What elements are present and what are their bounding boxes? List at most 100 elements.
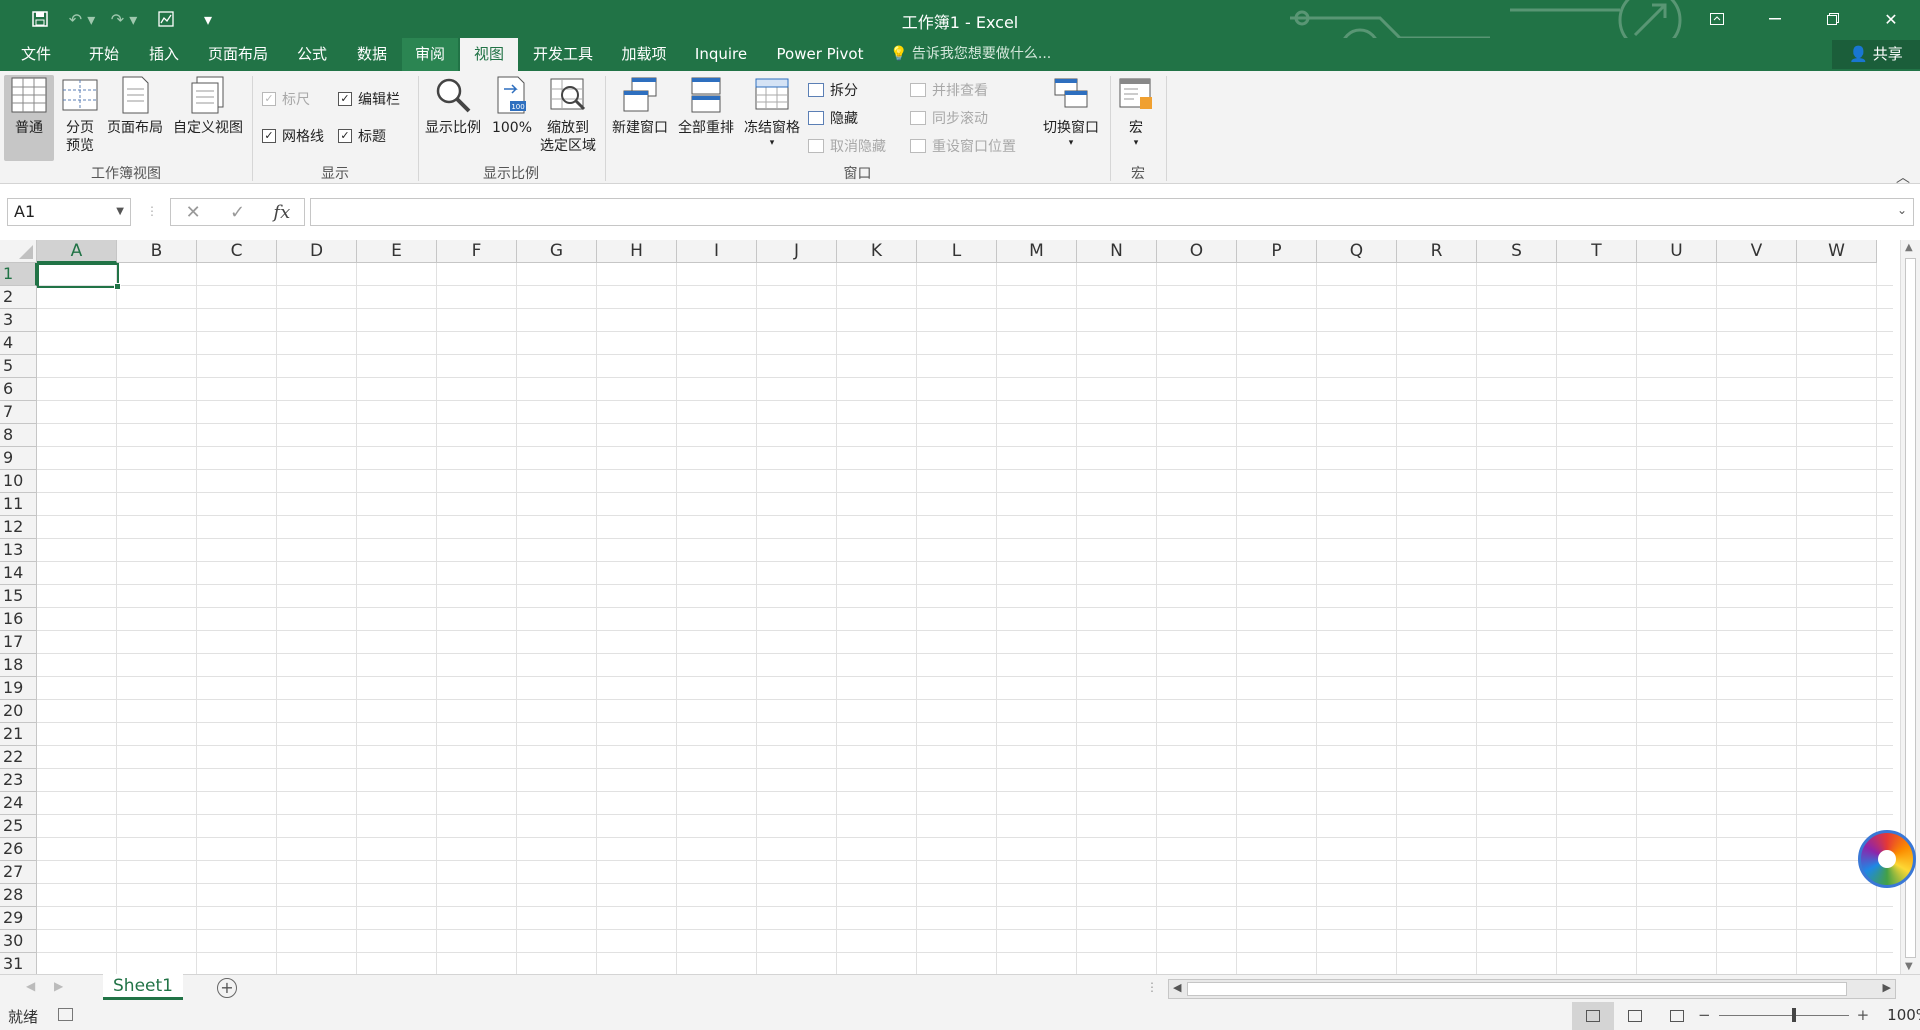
row-header[interactable]: 7 — [0, 401, 37, 424]
gridlines-checkbox[interactable]: ✓ 网格线 — [262, 126, 324, 146]
floating-assistant-icon[interactable] — [1858, 830, 1916, 888]
headings-checkbox[interactable]: ✓ 标题 — [338, 126, 386, 146]
column-header[interactable]: Q — [1317, 240, 1397, 263]
next-sheet-icon[interactable]: ▶ — [54, 979, 63, 993]
sync-scroll-button[interactable]: 同步滚动 — [910, 108, 988, 128]
column-header[interactable]: G — [517, 240, 597, 263]
minimize-icon[interactable] — [1746, 0, 1804, 38]
freeze-panes-button[interactable]: 冻结窗格 ▾ — [740, 75, 804, 149]
page-break-preview-button[interactable]: 分页 预览 — [58, 75, 102, 155]
zoom-track[interactable] — [1718, 1007, 1849, 1022]
scroll-left-icon[interactable]: ◀ — [1173, 981, 1181, 994]
scroll-up-icon[interactable]: ▲ — [1905, 242, 1913, 253]
insert-function-icon[interactable]: fx — [260, 202, 304, 223]
add-sheet-icon[interactable]: + — [217, 978, 237, 998]
active-cell-a1[interactable] — [37, 263, 121, 290]
column-header[interactable]: W — [1797, 240, 1877, 263]
select-all-button[interactable] — [0, 240, 37, 263]
row-header[interactable]: 11 — [0, 493, 37, 516]
scroll-right-icon[interactable]: ▶ — [1883, 981, 1891, 994]
column-header[interactable]: M — [997, 240, 1077, 263]
tab-power-pivot[interactable]: Power Pivot — [770, 38, 870, 71]
tab-file[interactable]: 文件 — [8, 38, 64, 71]
row-header[interactable]: 27 — [0, 861, 37, 884]
row-header[interactable]: 21 — [0, 723, 37, 746]
formula-input[interactable]: ⌄ — [310, 198, 1914, 226]
unhide-window-button[interactable]: 取消隐藏 — [808, 136, 886, 156]
cancel-entry-icon[interactable]: ✕ — [171, 202, 215, 223]
tab-home[interactable]: 开始 — [76, 38, 132, 71]
zoom-knob[interactable] — [1791, 1007, 1796, 1022]
tab-view[interactable]: 视图 — [460, 38, 518, 71]
custom-views-button[interactable]: 自定义视图 — [168, 75, 248, 137]
column-header[interactable]: K — [837, 240, 917, 263]
row-header[interactable]: 31 — [0, 953, 37, 974]
row-header[interactable]: 14 — [0, 562, 37, 585]
column-header[interactable]: A — [37, 240, 117, 263]
enter-entry-icon[interactable]: ✓ — [215, 202, 259, 223]
page-break-status-icon[interactable] — [1656, 1002, 1698, 1030]
zoom-100-button[interactable]: 100 100% — [488, 75, 536, 137]
row-header[interactable]: 23 — [0, 769, 37, 792]
row-header[interactable]: 4 — [0, 332, 37, 355]
arrange-all-button[interactable]: 全部重排 — [674, 75, 738, 137]
tab-addins[interactable]: 加载项 — [612, 38, 676, 71]
row-header[interactable]: 30 — [0, 930, 37, 953]
row-header[interactable]: 12 — [0, 516, 37, 539]
hide-window-button[interactable]: 隐藏 — [808, 108, 858, 128]
column-header[interactable]: F — [437, 240, 517, 263]
scroll-down-icon[interactable]: ▼ — [1905, 961, 1913, 972]
name-box-dropdown-icon[interactable]: ▼ — [116, 199, 124, 225]
side-by-side-button[interactable]: 并排查看 — [910, 80, 988, 100]
row-header[interactable]: 6 — [0, 378, 37, 401]
column-header[interactable]: L — [917, 240, 997, 263]
column-header[interactable]: V — [1717, 240, 1797, 263]
share-button[interactable]: 👤 共享 — [1832, 40, 1920, 69]
tab-insert[interactable]: 插入 — [136, 38, 192, 71]
column-header[interactable]: E — [357, 240, 437, 263]
switch-windows-button[interactable]: 切换窗口 ▾ — [1036, 75, 1106, 149]
formula-bar-resize-handle[interactable]: ⋮ — [146, 204, 158, 218]
row-header[interactable]: 13 — [0, 539, 37, 562]
cell-area[interactable] — [37, 263, 1893, 974]
new-window-button[interactable]: 新建窗口 — [608, 75, 672, 137]
zoom-percent[interactable]: 100% — [1887, 1006, 1920, 1024]
column-header[interactable]: B — [117, 240, 197, 263]
normal-view-button[interactable]: 普通 — [4, 75, 54, 161]
row-header[interactable]: 17 — [0, 631, 37, 654]
column-header[interactable]: P — [1237, 240, 1317, 263]
name-box[interactable]: A1 ▼ — [7, 198, 131, 226]
sheet-tab-sheet1[interactable]: Sheet1 — [103, 974, 183, 1000]
expand-formula-bar-icon[interactable]: ⌄ — [1897, 203, 1907, 217]
row-header[interactable]: 29 — [0, 907, 37, 930]
split-button[interactable]: 拆分 — [808, 80, 858, 100]
macros-button[interactable]: 宏 ▾ — [1114, 75, 1158, 149]
tab-developer[interactable]: 开发工具 — [524, 38, 602, 71]
formula-bar-checkbox[interactable]: ✓ 编辑栏 — [338, 89, 400, 109]
row-header[interactable]: 5 — [0, 355, 37, 378]
row-header[interactable]: 10 — [0, 470, 37, 493]
row-header[interactable]: 3 — [0, 309, 37, 332]
zoom-out-icon[interactable]: − — [1698, 1006, 1711, 1024]
restore-icon[interactable] — [1804, 0, 1862, 38]
row-header[interactable]: 1 — [0, 263, 37, 286]
tab-inquire[interactable]: Inquire — [686, 38, 756, 71]
column-header[interactable]: N — [1077, 240, 1157, 263]
ribbon-display-icon[interactable] — [1688, 0, 1746, 38]
row-header[interactable]: 8 — [0, 424, 37, 447]
column-header[interactable]: H — [597, 240, 677, 263]
column-header[interactable]: T — [1557, 240, 1637, 263]
macro-recording-icon[interactable] — [58, 1008, 73, 1021]
tab-page-layout[interactable]: 页面布局 — [198, 38, 278, 71]
page-layout-status-icon[interactable] — [1614, 1002, 1656, 1030]
horizontal-scroll-thumb[interactable] — [1187, 982, 1847, 996]
row-header[interactable]: 28 — [0, 884, 37, 907]
row-header[interactable]: 22 — [0, 746, 37, 769]
row-header[interactable]: 2 — [0, 286, 37, 309]
tab-data[interactable]: 数据 — [344, 38, 400, 71]
column-header[interactable]: R — [1397, 240, 1477, 263]
row-header[interactable]: 26 — [0, 838, 37, 861]
ruler-checkbox[interactable]: ✓ 标尺 — [262, 89, 310, 109]
column-header[interactable]: U — [1637, 240, 1717, 263]
tab-review[interactable]: 审阅 — [402, 38, 458, 71]
